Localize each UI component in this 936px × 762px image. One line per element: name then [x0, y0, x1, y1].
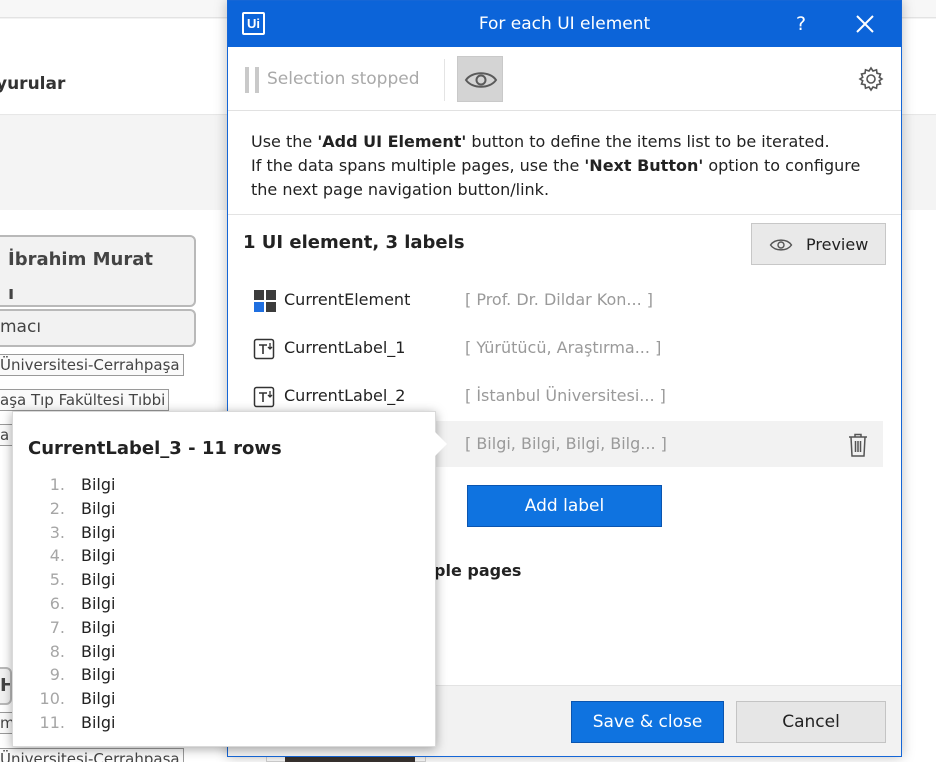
item-name: CurrentElement	[284, 290, 411, 309]
row-number: 10.	[39, 689, 65, 709]
preview-label: Preview	[806, 235, 869, 254]
text-label-icon	[253, 386, 275, 408]
settings-button[interactable]	[858, 66, 884, 92]
list-item-current-element[interactable]: CurrentElement [ Prof. Dr. Dildar Kon...…	[241, 277, 883, 323]
row-number: 7.	[49, 617, 65, 637]
dialog-titlebar: For each UI element Ui ?	[228, 1, 901, 47]
instructions-text: Use the 'Add UI Element' button to defin…	[251, 130, 891, 202]
item-value: [ Bilgi, Bilgi, Bilgi, Bilg... ]	[465, 434, 667, 453]
popup-row: 9. Bilgi	[35, 663, 235, 687]
row-number: 3.	[49, 522, 65, 542]
info-line1-bold: 'Add UI Element'	[317, 132, 467, 151]
dialog-toolbar: Selection stopped	[228, 47, 901, 111]
row-number: 4.	[49, 546, 65, 566]
save-close-button[interactable]: Save & close	[571, 701, 724, 743]
info-line2-bold: 'Next Button'	[584, 156, 704, 175]
bg-short-box: He	[0, 667, 12, 705]
item-value: [ İstanbul Üniversitesi... ]	[465, 386, 666, 405]
close-button[interactable]	[854, 13, 876, 35]
info-line1-post: button to define the items list to be it…	[466, 132, 830, 151]
bg-person-name: İbrahim Murat	[8, 249, 153, 270]
item-name: CurrentLabel_1	[284, 338, 406, 357]
label-preview-popup: CurrentLabel_3 - 11 rows 1. Bilgi 2. Bilgi…	[12, 411, 447, 747]
help-button[interactable]: ?	[790, 1, 812, 47]
ui-element-icon	[254, 290, 276, 312]
highlight-toggle-button[interactable]	[457, 56, 503, 102]
row-number: 5.	[49, 570, 65, 590]
row-value: Bilgi	[81, 475, 116, 494]
delete-label-button[interactable]	[847, 432, 869, 458]
add-label-button[interactable]: Add label	[467, 485, 662, 527]
row-value: Bilgi	[81, 617, 116, 637]
popup-row: 4. Bilgi	[35, 544, 235, 568]
popup-row: 2. Bilgi	[35, 497, 235, 521]
cancel-button[interactable]: Cancel	[736, 701, 886, 743]
toolbar-separator	[444, 59, 445, 101]
popup-row: 7. Bilgi	[35, 616, 235, 640]
list-item-current-label-1[interactable]: CurrentLabel_1 [ Yürütücü, Araştırma... …	[241, 325, 883, 371]
popup-row: 6. Bilgi	[35, 592, 235, 616]
bg-role-box: macı	[0, 309, 196, 347]
eye-icon	[464, 72, 498, 88]
popup-row: 11. Bilgi	[35, 711, 235, 735]
popup-row: 3. Bilgi	[35, 521, 235, 545]
info-line1-pre: Use the	[251, 132, 318, 151]
row-number: 1.	[49, 475, 65, 494]
bg-person-name-2: ı	[8, 283, 15, 304]
trash-icon	[849, 433, 867, 457]
row-number: 6.	[49, 593, 65, 613]
bg-tag-university-2: Üniversitesi-Cerrahpaşa	[0, 748, 184, 762]
row-number: 8.	[49, 641, 65, 661]
item-name: CurrentLabel_2	[284, 386, 406, 405]
row-value: Bilgi	[81, 593, 116, 613]
close-icon	[856, 15, 874, 33]
popup-rows: 1. Bilgi 2. Bilgi 3. Bilgi 4. Bilgi 5. Bilgi …	[35, 473, 235, 735]
popup-row: 10. Bilgi	[35, 687, 235, 711]
uipath-logo-icon: Ui	[242, 12, 265, 35]
popup-row: 1. Bilgi	[35, 473, 235, 497]
row-value: Bilgi	[81, 570, 116, 590]
elements-summary: 1 UI element, 3 labels	[243, 232, 465, 253]
gear-icon	[858, 66, 884, 92]
row-number: 11.	[39, 712, 65, 732]
multiple-pages-option: ple pages	[434, 561, 522, 580]
bg-person-box: İbrahim Murat ı	[0, 235, 196, 307]
bg-header-title: yurular	[0, 74, 66, 94]
item-value: [ Yürütücü, Araştırma... ]	[465, 338, 662, 357]
row-number: 2.	[49, 498, 65, 518]
bg-tag-faculty: aşa Tıp Fakültesi Tıbbi	[0, 389, 170, 411]
row-value: Bilgi	[81, 498, 116, 518]
text-label-icon	[253, 338, 275, 360]
popup-title: CurrentLabel_3 - 11 rows	[28, 438, 282, 459]
row-value: Bilgi	[81, 712, 116, 732]
row-value: Bilgi	[81, 522, 116, 542]
popup-arrow	[433, 430, 447, 458]
row-value: Bilgi	[81, 665, 116, 685]
row-value: Bilgi	[81, 546, 116, 566]
section-divider	[228, 214, 901, 215]
eye-icon	[769, 239, 793, 251]
item-value: [ Prof. Dr. Dildar Kon... ]	[465, 290, 653, 309]
popup-row: 5. Bilgi	[35, 568, 235, 592]
selection-status: Selection stopped	[267, 69, 420, 89]
row-value: Bilgi	[81, 689, 116, 709]
bg-tag-university: Üniversitesi-Cerrahpaşa	[0, 354, 184, 376]
info-line2-pre: If the data spans multiple pages, use th…	[251, 156, 585, 175]
preview-button[interactable]: Preview	[751, 223, 886, 265]
pause-icon	[245, 67, 261, 93]
row-number: 9.	[49, 665, 65, 685]
popup-row: 8. Bilgi	[35, 640, 235, 664]
row-value: Bilgi	[81, 641, 116, 661]
